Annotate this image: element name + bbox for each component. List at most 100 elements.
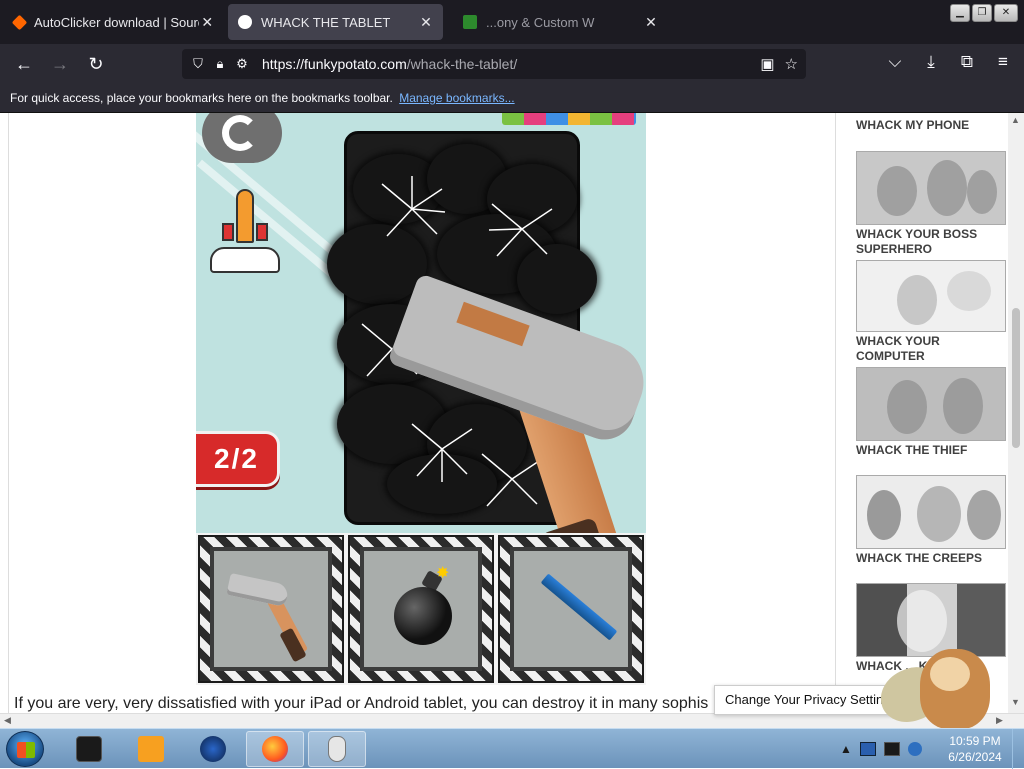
related-game-card[interactable]: WHACK YOUR BOSS SUPERHERO <box>856 151 1008 257</box>
windows-logo-icon <box>17 742 35 758</box>
tab-autoclicker[interactable]: AutoClicker download | SourceF ✕ <box>0 0 224 44</box>
tool-pen[interactable] <box>498 535 644 683</box>
related-game-card[interactable]: WHACK YOUR COMPUTER <box>856 260 1008 364</box>
bookmark-star-icon[interactable]: ☆ <box>785 55 798 73</box>
tab-title: AutoClicker download | SourceF <box>34 14 199 30</box>
thumb-figure <box>917 486 961 542</box>
related-game-thumbnail[interactable] <box>856 367 1006 441</box>
taskbar: ▲ 10:59 PM 6/26/2024 <box>0 728 1024 769</box>
crack-mark <box>381 176 446 237</box>
rocket-smoke <box>210 247 280 273</box>
related-game-label[interactable]: WHACK THE CREEPS <box>856 551 1008 566</box>
related-game-label[interactable]: WHACK MY PHONE <box>856 118 969 132</box>
thumb-figure <box>887 380 927 434</box>
scroll-left-icon[interactable]: ◀ <box>4 715 11 726</box>
show-desktop-button[interactable] <box>1012 729 1024 769</box>
related-game-thumbnail[interactable] <box>856 260 1006 332</box>
forward-arrow-icon[interactable]: → <box>48 52 72 76</box>
taskbar-app[interactable] <box>184 731 242 767</box>
url-text[interactable]: https://funkypotato.com/whack-the-tablet… <box>262 56 517 72</box>
tab-title: WHACK THE TABLET <box>261 14 391 30</box>
close-window-icon[interactable]: ✕ <box>994 4 1018 22</box>
taskbar-app[interactable] <box>60 731 118 767</box>
pen-icon <box>510 547 632 671</box>
url-actions: ▣ ☆ <box>760 55 798 73</box>
restart-icon <box>222 115 258 151</box>
tab-whack-the-tablet[interactable]: WHACK THE TABLET ✕ <box>228 4 443 40</box>
pocket-icon[interactable]: ⌵ <box>884 52 906 72</box>
maximize-icon[interactable]: ❐ <box>972 4 992 22</box>
bookmarks-hint: For quick access, place your bookmarks h… <box>10 91 393 105</box>
extensions-icon[interactable]: ⧉ <box>956 52 978 72</box>
tool-hammer[interactable] <box>198 535 344 683</box>
scrollbar-thumb[interactable] <box>1012 308 1020 448</box>
vertical-scrollbar[interactable]: ▲ ▼ <box>1008 113 1024 713</box>
lock-icon[interactable]: 🔒︎ <box>210 54 230 74</box>
related-game-label[interactable]: WHACK THE THIEF <box>856 443 1008 458</box>
related-game-thumbnail[interactable] <box>856 151 1006 225</box>
scroll-up-icon[interactable]: ▲ <box>1011 115 1020 125</box>
tab-third[interactable]: ...ony & Custom W ✕ <box>453 0 668 44</box>
hammer-tool-icon <box>210 547 332 671</box>
url-path: /whack-the-tablet/ <box>406 56 518 72</box>
tray-expand-icon[interactable]: ▲ <box>840 742 852 756</box>
url-bar[interactable]: ⛉ 🔒︎ ⚙ https://funkypotato.com/whack-the… <box>182 49 806 79</box>
related-game-card[interactable]: WHACK THE CREEPS <box>856 475 1008 566</box>
taskbar-app-autoclicker[interactable] <box>308 731 366 767</box>
rocket-fin <box>222 223 234 241</box>
bomb-icon: ✸ <box>360 547 482 671</box>
volume-icon[interactable] <box>907 742 922 756</box>
related-game-label[interactable]: WHACK YOUR COMPUTER <box>856 334 1008 364</box>
downloads-icon[interactable]: ⤓ <box>920 52 942 72</box>
game-canvas[interactable]: 2/2 ✸ <box>196 113 646 685</box>
media-player-icon <box>138 736 164 762</box>
sourceforge-icon <box>11 14 28 30</box>
taskbar-app[interactable] <box>122 731 180 767</box>
bookmarks-toolbar: For quick access, place your bookmarks h… <box>0 84 1024 113</box>
minimize-icon[interactable]: ▁ <box>950 4 970 22</box>
related-game-thumbnail[interactable] <box>856 475 1006 549</box>
tab-favicon-icon <box>463 15 477 29</box>
rocket-fin <box>256 223 268 241</box>
related-game-card[interactable]: WHACK THE THIEF <box>856 367 1008 458</box>
tab-close-icon[interactable]: ✕ <box>199 14 216 31</box>
hamburger-menu-icon[interactable]: ≡ <box>992 52 1014 72</box>
mouse-app-icon <box>328 736 346 762</box>
clock-date: 6/26/2024 <box>948 750 1002 764</box>
horizontal-scrollbar[interactable]: ◀ ▶ <box>0 713 1024 728</box>
start-button[interactable] <box>6 731 44 767</box>
tab-close-icon[interactable]: ✕ <box>642 14 660 31</box>
mascot-face <box>930 657 970 691</box>
reload-icon[interactable]: ↻ <box>84 52 108 76</box>
funkypotato-icon <box>238 15 252 29</box>
tool-selector: ✸ <box>196 533 646 685</box>
rocket-icon[interactable] <box>210 189 280 275</box>
pen-body <box>540 573 618 641</box>
system-tray: ▲ <box>840 729 922 769</box>
window-controls: ▁ ❐ ✕ <box>950 4 1018 22</box>
article-paragraph: If you are very, very dissatisfied with … <box>14 695 709 712</box>
tab-close-icon[interactable]: ✕ <box>417 14 435 31</box>
rocket-body <box>236 189 254 243</box>
taskbar-app-firefox[interactable] <box>246 731 304 767</box>
network-icon[interactable] <box>859 742 876 756</box>
terminal-app-icon <box>76 736 102 762</box>
mascot-image <box>872 639 1000 728</box>
manage-bookmarks-link[interactable]: Manage bookmarks... <box>399 91 514 105</box>
clock-time: 10:59 PM <box>949 734 1001 748</box>
restart-button[interactable] <box>202 113 282 163</box>
back-arrow-icon[interactable]: ← <box>12 52 36 76</box>
related-game-label[interactable]: WHACK YOUR BOSS SUPERHERO <box>856 227 1008 257</box>
clock[interactable]: 10:59 PM 6/26/2024 <box>940 733 1010 765</box>
reader-view-icon[interactable]: ▣ <box>760 55 774 73</box>
score-badge: 2/2 <box>196 431 280 487</box>
tab-title: ...ony & Custom W <box>486 14 595 30</box>
globe-app-icon <box>200 736 226 762</box>
tool-bomb[interactable]: ✸ <box>348 535 494 683</box>
url-host: https://funkypotato.com <box>262 56 407 72</box>
monitor-icon[interactable] <box>883 742 900 756</box>
tracking-shield-icon[interactable]: ⛉ <box>188 54 208 74</box>
thumb-figure <box>877 166 917 216</box>
scroll-down-icon[interactable]: ▼ <box>1011 697 1020 707</box>
permissions-icon[interactable]: ⚙ <box>232 54 252 74</box>
